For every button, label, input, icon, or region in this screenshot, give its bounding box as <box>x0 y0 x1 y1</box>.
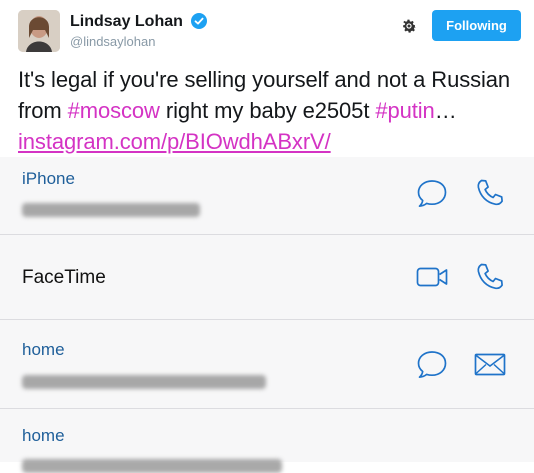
phone-icon[interactable] <box>472 175 508 211</box>
verified-badge-icon <box>191 13 208 29</box>
display-name[interactable]: Lindsay Lohan <box>70 13 208 31</box>
redacted-phone-number <box>22 203 200 217</box>
hashtag-putin[interactable]: #putin <box>375 98 434 123</box>
hashtag-moscow[interactable]: #moscow <box>68 98 160 123</box>
contact-card: iPhone FaceTime home home <box>0 157 534 473</box>
following-button[interactable]: Following <box>432 10 521 41</box>
message-icon[interactable] <box>414 175 450 211</box>
phone-icon[interactable] <box>472 259 508 295</box>
tweet-ellipsis: … <box>434 98 457 123</box>
mail-icon[interactable] <box>472 346 508 382</box>
tweet-text-part: right my baby e2505t <box>159 98 376 123</box>
tweet-card: Lindsay Lohan @lindsaylohan Following It… <box>0 0 534 160</box>
message-icon[interactable] <box>414 346 450 382</box>
avatar[interactable] <box>18 10 60 52</box>
video-icon[interactable] <box>414 259 450 295</box>
contact-row-iphone[interactable]: iPhone <box>0 157 534 235</box>
contact-row-home-address[interactable]: home <box>0 409 534 473</box>
contact-row-facetime[interactable]: FaceTime <box>0 235 534 320</box>
gear-icon[interactable] <box>400 17 418 35</box>
tweet-text: It's legal if you're selling yourself an… <box>18 64 528 157</box>
user-handle[interactable]: @lindsaylohan <box>70 34 155 49</box>
contact-label: home <box>22 426 65 445</box>
contact-label: FaceTime <box>22 267 106 288</box>
contact-label: home <box>22 340 65 359</box>
redacted-address <box>22 459 282 473</box>
contact-label: iPhone <box>22 169 75 188</box>
instagram-link[interactable]: instagram.com/p/BIOwdhABxrV/ <box>18 129 331 154</box>
contact-row-home-email[interactable]: home <box>0 320 534 409</box>
redacted-email-address <box>22 375 266 389</box>
